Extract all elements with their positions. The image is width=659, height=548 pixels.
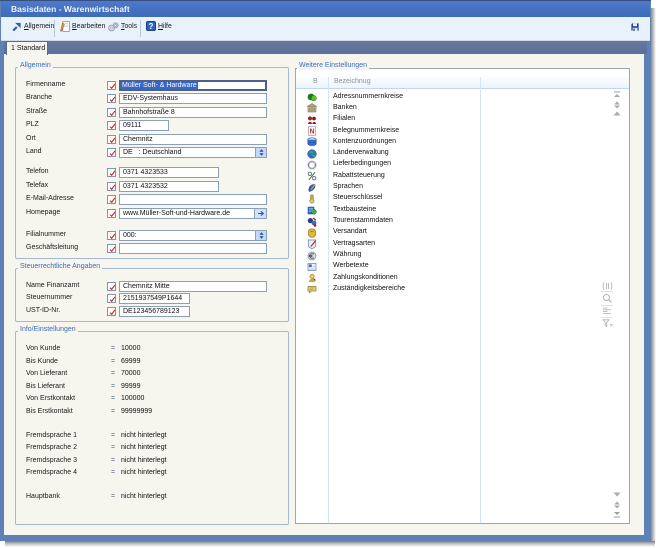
svg-text:?: ?	[149, 22, 154, 31]
svg-text:N: N	[309, 129, 314, 136]
